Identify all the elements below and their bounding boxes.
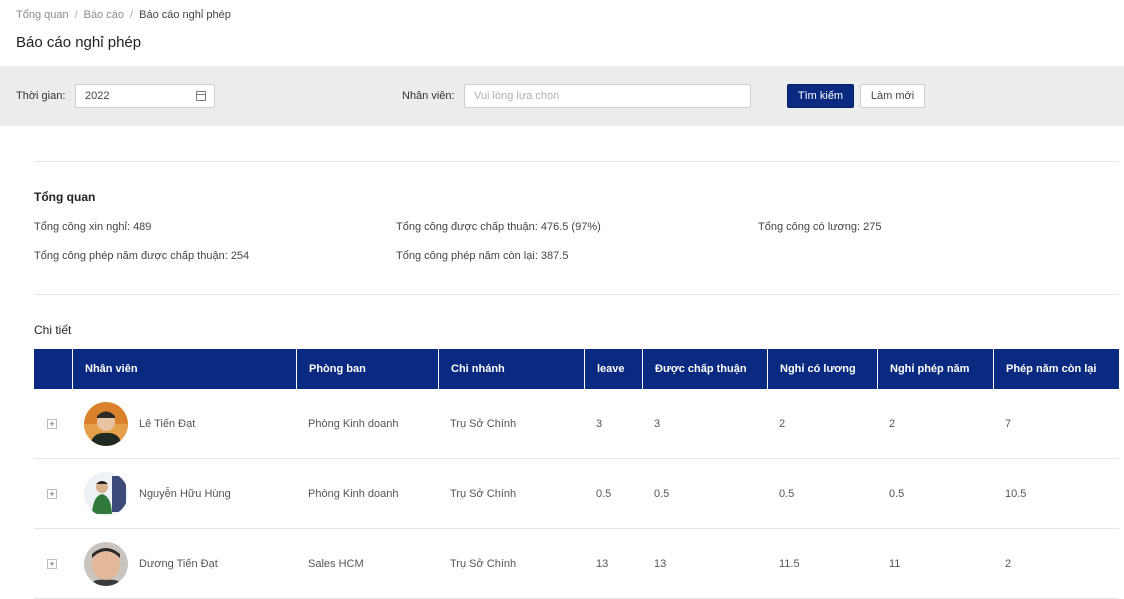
branch-cell: Trụ Sở Chính <box>450 417 517 430</box>
stat-requested: Tổng công xin nghỉ: 489 <box>34 221 152 233</box>
leave-cell: 13 <box>596 557 609 570</box>
breadcrumb-separator: / <box>130 9 134 21</box>
department-cell: Sales HCM <box>308 557 364 570</box>
breadcrumb: Tổng quan / Báo cáo / Báo cáo nghỉ phép <box>16 9 231 21</box>
employee-name[interactable]: Nguyễn Hữu Hùng <box>139 488 231 500</box>
year-value: 2022 <box>85 90 110 102</box>
expand-cell: + <box>34 558 72 569</box>
calendar-icon[interactable] <box>196 91 206 101</box>
search-button[interactable]: Tìm kiếm <box>787 84 854 108</box>
page-title: Báo cáo nghỉ phép <box>16 34 142 51</box>
reset-button[interactable]: Làm mới <box>860 84 925 108</box>
filter-bar: Thời gian: 2022 Nhân viên: Vui lòng lựa … <box>0 66 1124 126</box>
stat-annual-remaining: Tổng công phép năm còn lại: 387.5 <box>396 250 569 262</box>
report-content: Tổng quan Tổng công xin nghỉ: 489 Tổng c… <box>16 126 1124 599</box>
column-header[interactable]: Nghỉ có lương <box>767 349 877 389</box>
leave-cell: 3 <box>596 417 603 430</box>
expand-cell: + <box>34 418 72 429</box>
breadcrumb-current: Báo cáo nghỉ phép <box>139 9 231 21</box>
approved-cell: 13 <box>654 557 667 570</box>
employee-name[interactable]: Dương Tiến Đạt <box>139 558 218 570</box>
expand-icon[interactable]: + <box>47 558 57 569</box>
expand-icon[interactable]: + <box>47 488 57 499</box>
staff-placeholder: Vui lòng lựa chọn <box>474 90 560 102</box>
details-title: Chi tiết <box>34 323 72 337</box>
remaining-cell: 2 <box>1005 557 1012 570</box>
approved-cell: 3 <box>654 417 661 430</box>
remaining-cell: 10.5 <box>1005 487 1027 500</box>
breadcrumb-reports[interactable]: Báo cáo <box>84 9 124 21</box>
column-header[interactable]: leave <box>584 349 642 389</box>
employee-name[interactable]: Lê Tiến Đạt <box>139 418 195 430</box>
department-cell: Phòng Kinh doanh <box>308 417 399 430</box>
stat-paid: Tổng công có lương: 275 <box>758 221 882 233</box>
expand-column-header <box>34 349 72 389</box>
time-label: Thời gian: <box>16 90 66 102</box>
column-header[interactable]: Phép năm còn lại <box>993 349 1119 389</box>
column-header[interactable]: Phòng ban <box>296 349 438 389</box>
stat-approved: Tổng công được chấp thuận: 476.5 (97%) <box>396 221 601 233</box>
annual-cell: 11 <box>889 557 901 570</box>
divider <box>34 161 1119 162</box>
annual-cell: 2 <box>889 417 896 430</box>
page-header: Tổng quan / Báo cáo / Báo cáo nghỉ phép … <box>0 0 1124 66</box>
leave-table: Nhân viên Phòng ban Chi nhánh leave Được… <box>34 349 1119 599</box>
table-header: Nhân viên Phòng ban Chi nhánh leave Được… <box>34 349 1119 389</box>
approved-cell: 0.5 <box>654 487 670 500</box>
branch-cell: Trụ Sở Chính <box>450 487 517 500</box>
column-header[interactable]: Nghỉ phép năm <box>877 349 993 389</box>
remaining-cell: 7 <box>1005 417 1012 430</box>
paid-cell: 2 <box>779 417 786 430</box>
paid-cell: 0.5 <box>779 487 795 500</box>
employee-cell: Dương Tiến Đạt <box>72 541 296 586</box>
leave-cell: 0.5 <box>596 487 612 500</box>
overview-title: Tổng quan <box>34 190 96 204</box>
employee-cell: Lê Tiến Đạt <box>72 401 296 446</box>
year-picker[interactable]: 2022 <box>75 84 215 108</box>
employee-cell: Nguyễn Hữu Hùng <box>72 471 296 516</box>
table-row: + Dương Tiến Đạt Sales HCM Trụ Sở Chính … <box>34 529 1119 599</box>
expand-icon[interactable]: + <box>47 418 57 429</box>
table-row: + Lê Tiến Đạt Phòng Kinh doanh Trụ Sở Ch… <box>34 389 1119 459</box>
table-row: + Nguyễn Hữu Hùng Phòng Kinh doanh Trụ S… <box>34 459 1119 529</box>
paid-cell: 11.5 <box>779 557 800 570</box>
divider <box>34 294 1119 295</box>
avatar <box>84 471 128 516</box>
branch-cell: Trụ Sở Chính <box>450 557 517 570</box>
column-header[interactable]: Nhân viên <box>72 349 296 389</box>
breadcrumb-separator: / <box>74 9 78 21</box>
staff-select[interactable]: Vui lòng lựa chọn <box>464 84 751 108</box>
breadcrumb-overview[interactable]: Tổng quan <box>16 9 69 21</box>
expand-cell: + <box>34 488 72 499</box>
department-cell: Phòng Kinh doanh <box>308 487 399 500</box>
annual-cell: 0.5 <box>889 487 905 500</box>
stat-annual-approved: Tổng công phép năm được chấp thuận: 254 <box>34 250 250 262</box>
column-header[interactable]: Chi nhánh <box>438 349 584 389</box>
staff-label: Nhân viên: <box>402 90 455 102</box>
column-header[interactable]: Được chấp thuận <box>642 349 767 389</box>
avatar <box>84 401 128 446</box>
avatar <box>84 541 128 586</box>
